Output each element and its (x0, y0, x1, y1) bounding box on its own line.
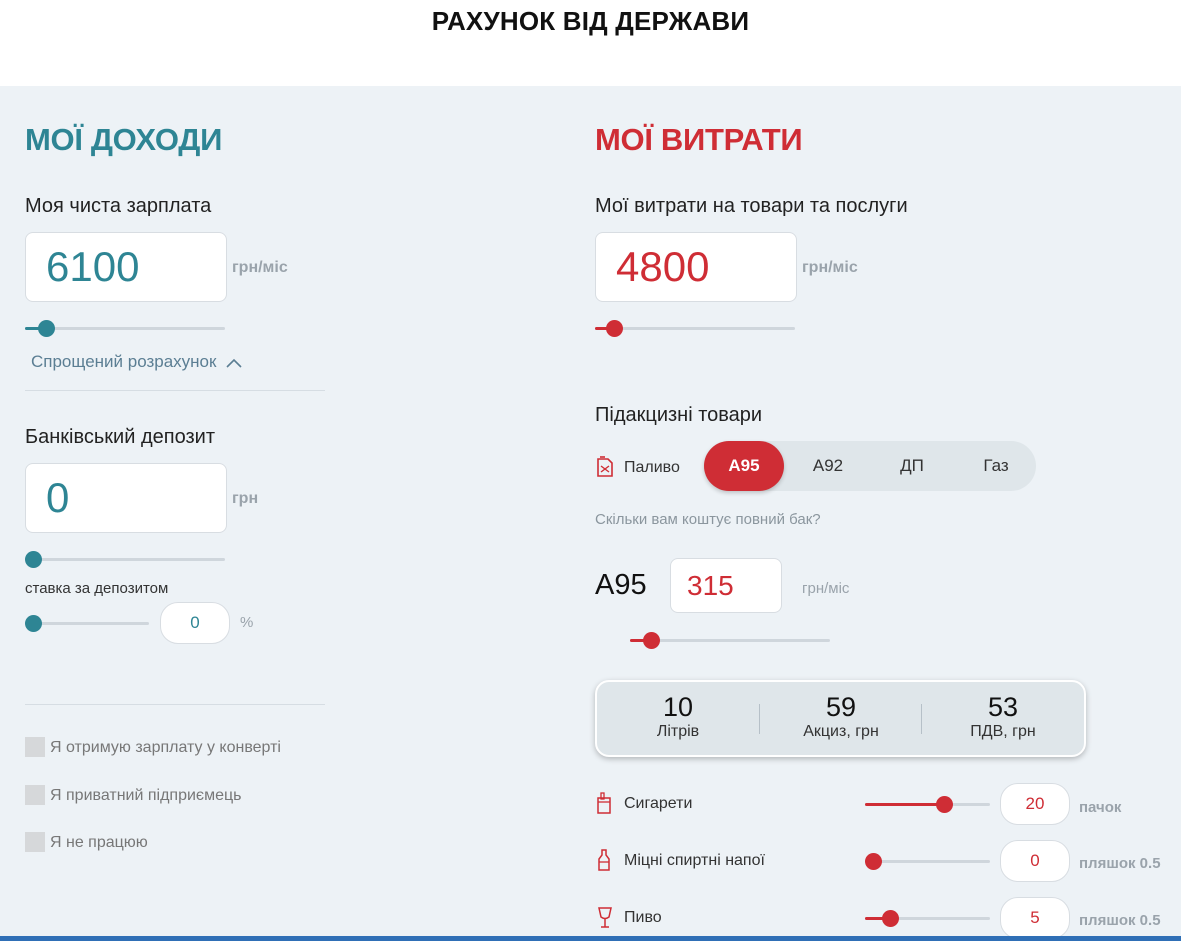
checkbox-label: Я не працюю (50, 834, 148, 851)
spirits-bottle-icon (598, 849, 610, 876)
fuel-can-icon (595, 454, 615, 483)
fuel-option-gas[interactable]: Газ (956, 441, 1036, 491)
simplified-calc-link[interactable]: Спрощений розрахунок (31, 352, 243, 372)
cigarettes-label: Сигарети (624, 795, 693, 812)
fuel-option-diesel[interactable]: ДП (872, 441, 952, 491)
spirits-label: Міцні спиртні напої (624, 852, 765, 869)
fuel-cost-input[interactable]: 315 (670, 558, 782, 613)
fuel-current-name: А95 (595, 569, 647, 601)
income-divider-2 (25, 704, 325, 705)
beer-slider-handle[interactable] (882, 910, 899, 927)
rate-unit: % (240, 614, 254, 631)
salary-label: Моя чиста зарплата (25, 195, 212, 217)
fuel-stats-panel: 10 Літрів 59 Акциз, грн 53 ПДВ, грн (595, 680, 1086, 757)
goods-unit: грн/міс (802, 259, 858, 276)
fuel-option-a92[interactable]: А92 (788, 441, 868, 491)
stat-excise: 59 Акциз, грн (760, 692, 922, 741)
goods-slider-handle[interactable] (606, 320, 623, 337)
checkbox-box[interactable] (25, 832, 45, 852)
page-title: РАХУНОК ВІД ДЕРЖАВИ (431, 6, 750, 36)
stat-value: 59 (825, 692, 857, 722)
rate-input[interactable]: 0 (160, 602, 230, 644)
stat-value: 53 (987, 692, 1019, 722)
stat-vat: 53 ПДВ, грн (922, 692, 1084, 741)
fuel-cost-unit: грн/міс (802, 580, 850, 597)
cigarettes-icon (597, 792, 611, 819)
salary-slider-handle[interactable] (38, 320, 55, 337)
checkbox-box[interactable] (25, 737, 45, 757)
spirits-unit: пляшок 0.5 (1079, 855, 1161, 872)
excise-title: Підакцизні товари (595, 404, 763, 426)
checkbox-label: Я приватний підприємець (50, 787, 242, 804)
deposit-input[interactable]: 0 (25, 463, 227, 533)
calculator-panel: МОЇ ДОХОДИ Моя чиста зарплата 6100 грн/м… (0, 86, 1181, 939)
stat-liters: 10 Літрів (597, 692, 759, 741)
rate-slider-handle[interactable] (25, 615, 42, 632)
beer-label: Пиво (624, 909, 662, 926)
fuel-label: Паливо (624, 459, 680, 476)
deposit-unit: грн (232, 490, 259, 507)
beer-unit: пляшок 0.5 (1079, 912, 1161, 929)
spirits-slider-handle[interactable] (865, 853, 882, 870)
simplified-calc-label: Спрощений розрахунок (31, 352, 217, 371)
rate-slider-track[interactable] (25, 622, 149, 625)
income-divider-1 (25, 390, 325, 391)
expenses-section-title: МОЇ ВИТРАТИ (595, 122, 803, 157)
fuel-question: Скільки вам коштує повний бак? (595, 511, 821, 528)
checkbox-box[interactable] (25, 785, 45, 805)
goods-slider-track[interactable] (595, 327, 795, 330)
stat-value: 10 (662, 692, 694, 722)
salary-input[interactable]: 6100 (25, 232, 227, 302)
chevron-up-icon (226, 358, 242, 368)
stat-label: Літрів (656, 723, 700, 740)
deposit-slider-handle[interactable] (25, 551, 42, 568)
deposit-rate-label: ставка за депозитом (25, 580, 169, 597)
cigarettes-slider-handle[interactable] (936, 796, 953, 813)
salary-unit: грн/міс (232, 259, 288, 276)
deposit-slider-track[interactable] (25, 558, 225, 561)
spirits-input[interactable]: 0 (1000, 840, 1070, 882)
fuel-type-selector: А95 А92 ДП Газ (704, 441, 1036, 491)
spirits-slider-track[interactable] (865, 860, 990, 863)
beer-glass-icon (597, 907, 613, 934)
goods-label: Мої витрати на товари та послуги (595, 195, 908, 217)
stat-label: Акциз, грн (803, 723, 879, 740)
salary-slider-track[interactable] (25, 327, 225, 330)
fuel-slider-handle[interactable] (643, 632, 660, 649)
deposit-label: Банківський депозит (25, 426, 215, 448)
checkbox-label: Я отримую зарплату у конверті (50, 739, 281, 756)
cigarettes-slider-fill (865, 803, 945, 806)
beer-input[interactable]: 5 (1000, 897, 1070, 939)
income-section-title: МОЇ ДОХОДИ (25, 122, 223, 157)
fuel-option-a95[interactable]: А95 (704, 441, 784, 491)
cigarettes-input[interactable]: 20 (1000, 783, 1070, 825)
cigarettes-unit: пачок (1079, 799, 1122, 816)
os-taskbar (0, 936, 1181, 941)
stat-label: ПДВ, грн (970, 723, 1036, 740)
goods-input[interactable]: 4800 (595, 232, 797, 302)
fuel-slider-track[interactable] (630, 639, 830, 642)
